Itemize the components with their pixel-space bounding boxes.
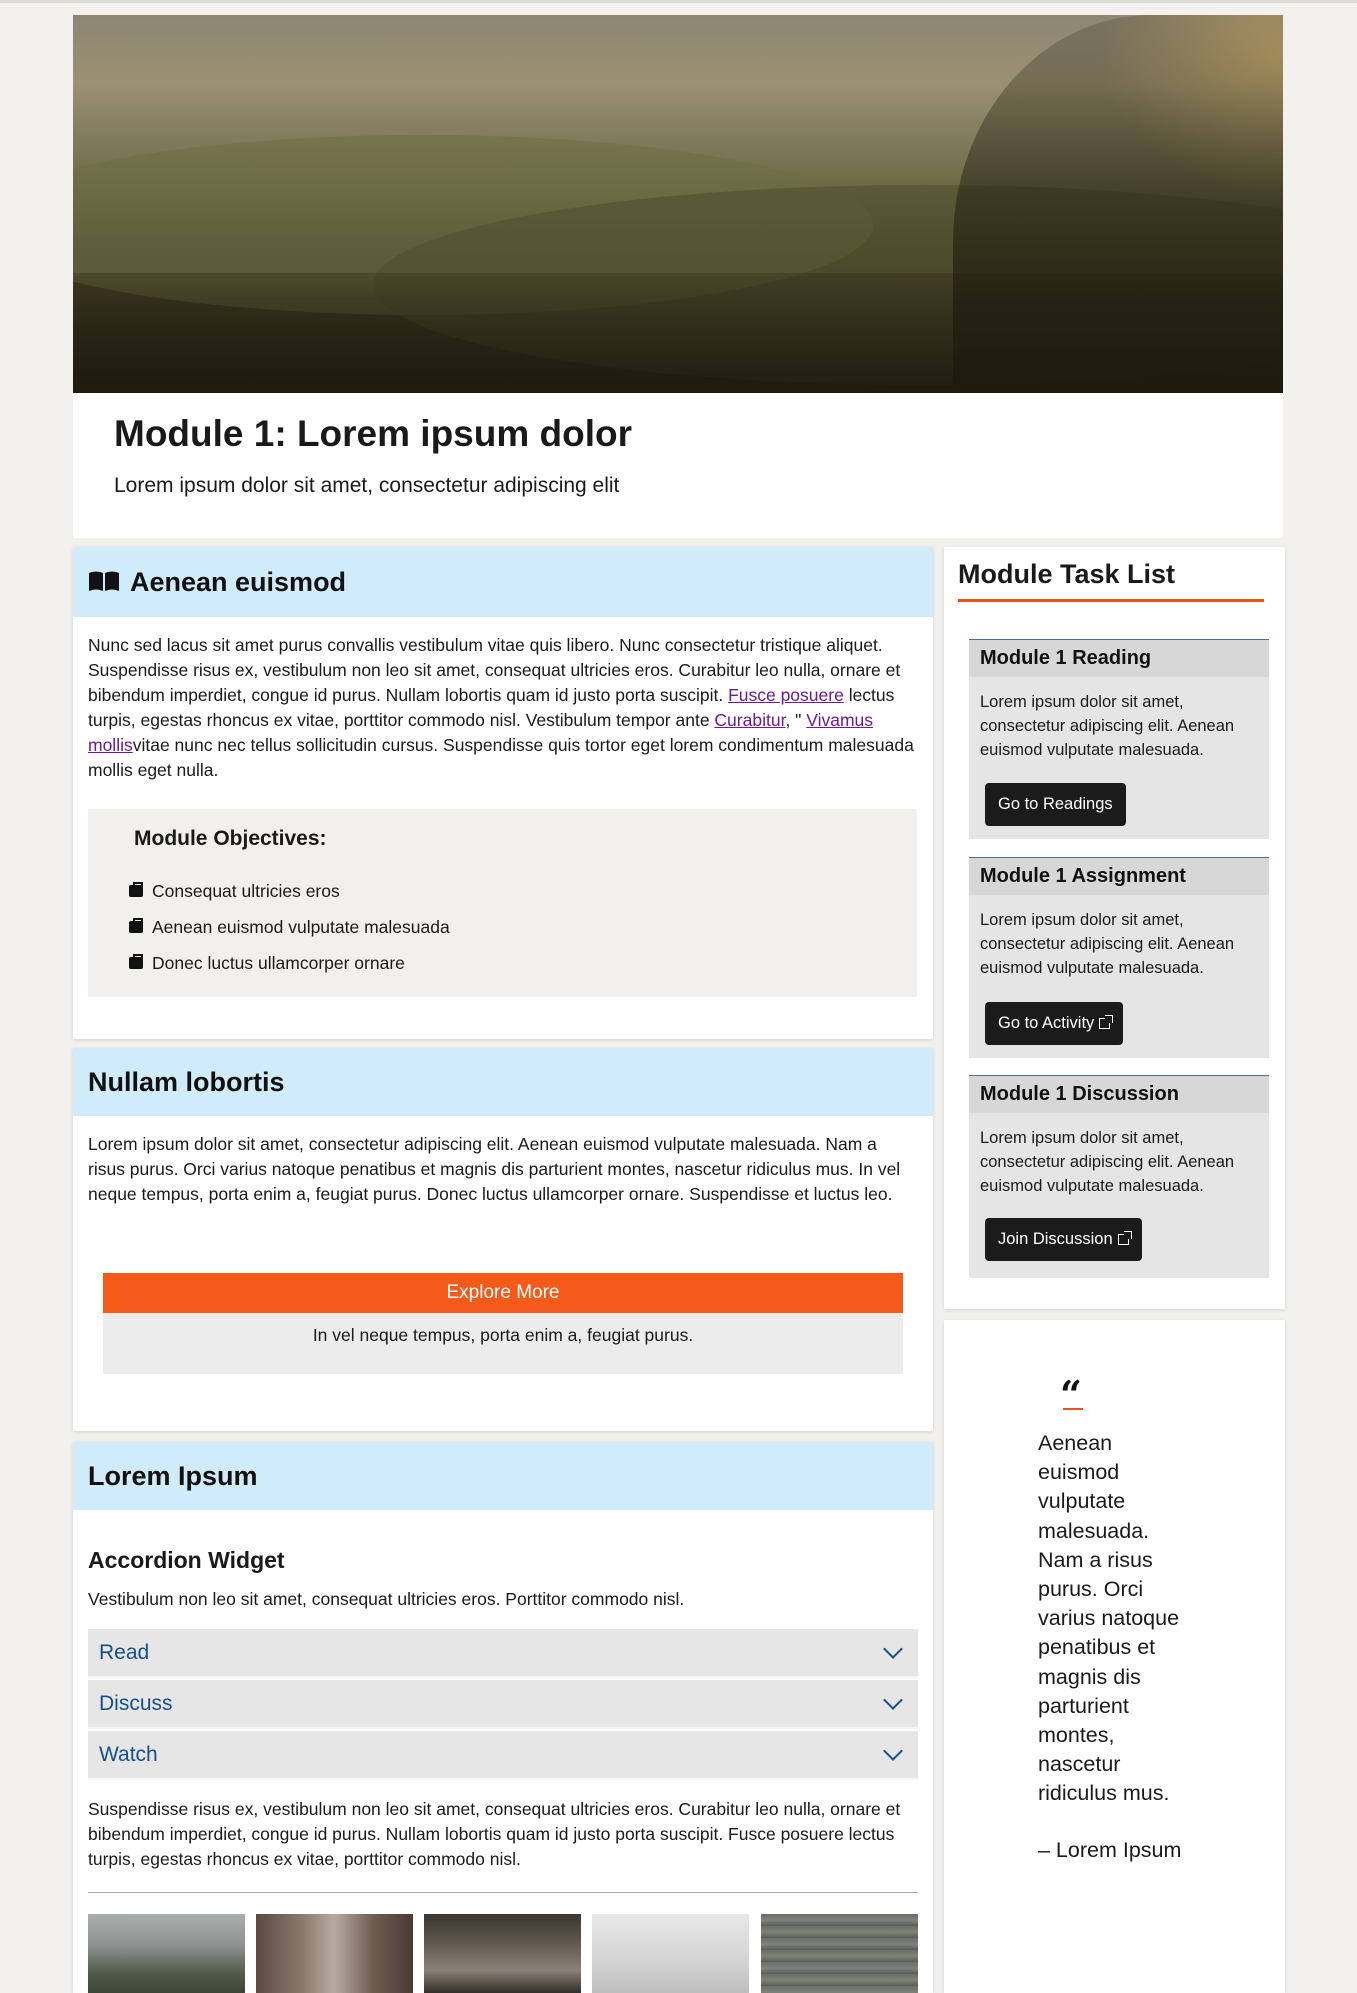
module-task-list: Module Task List Module 1 Reading Lorem … [944, 547, 1285, 1309]
quote-card: “ Aenean euismod vulputate malesuada. Na… [944, 1320, 1285, 1993]
accordion-item-watch[interactable]: Watch [88, 1731, 918, 1780]
section-header: Lorem Ipsum [73, 1442, 933, 1510]
chevron-down-icon [883, 1638, 903, 1659]
task-title: Module 1 Discussion [969, 1076, 1269, 1113]
accordion-description: Vestibulum non leo sit amet, consequat u… [88, 1589, 685, 1609]
task-list-title: Module Task List [958, 559, 1176, 589]
briefcase-icon [129, 954, 143, 969]
section-paragraph: Lorem ipsum dolor sit amet, consectetur … [88, 1134, 901, 1204]
section-lorem-ipsum: Lorem Ipsum Accordion Widget Vestibulum … [73, 1442, 933, 1993]
module-header: Module 1: Lorem ipsum dolor Lorem ipsum … [73, 393, 1283, 538]
title-underline [958, 599, 1264, 602]
section-title: Aenean euismod [130, 566, 347, 597]
quote-icon: “ [1060, 1372, 1082, 1417]
module-objectives: Module Objectives: Consequat ultricies e… [88, 809, 917, 997]
task-discussion: Module 1 Discussion Lorem ipsum dolor si… [969, 1075, 1269, 1278]
gallery-thumbnail[interactable] [88, 1914, 245, 1993]
objectives-list: Consequat ultricies eros Aenean euismod … [129, 873, 450, 981]
gallery-thumbnail[interactable] [761, 1914, 918, 1993]
gallery-thumbnail[interactable] [424, 1914, 581, 1993]
task-description: Lorem ipsum dolor sit amet, consectetur … [980, 911, 1235, 977]
task-title: Module 1 Assignment [969, 858, 1269, 895]
link-curabitur[interactable]: Curabitur [714, 710, 785, 730]
accordion-label: Watch [99, 1742, 158, 1766]
quote-accent-line [1063, 1408, 1083, 1410]
join-discussion-button[interactable]: Join Discussion [985, 1218, 1142, 1261]
briefcase-icon [129, 918, 143, 933]
link-fusce-posuere[interactable]: Fusce posuere [728, 685, 844, 705]
objective-item: Donec luctus ullamcorper ornare [129, 945, 450, 981]
book-open-icon [89, 571, 119, 591]
objectives-title: Module Objectives: [134, 827, 327, 850]
section-header: Aenean euismod [73, 547, 933, 617]
accordion-label: Discuss [99, 1691, 173, 1715]
objective-item: Consequat ultricies eros [129, 873, 450, 909]
go-to-readings-button[interactable]: Go to Readings [985, 783, 1126, 826]
task-title: Module 1 Reading [969, 640, 1269, 677]
external-link-icon [1117, 1231, 1132, 1245]
section-paragraph: Suspendisse risus ex, vestibulum non leo… [88, 1799, 901, 1869]
section-nullam-lobortis: Nullam lobortis Lorem ipsum dolor sit am… [73, 1048, 933, 1431]
explore-more-content: In vel neque tempus, porta enim a, feugi… [103, 1313, 903, 1374]
section-aenean-euismod: Aenean euismod Nunc sed lacus sit amet p… [73, 547, 933, 1039]
quote-text: Aenean euismod vulputate malesuada. Nam … [1038, 1431, 1180, 1806]
chevron-down-icon [883, 1740, 903, 1761]
section-title: Nullam lobortis [88, 1066, 285, 1097]
divider [88, 1892, 918, 1893]
objective-item: Aenean euismod vulputate malesuada [129, 909, 450, 945]
section-header: Nullam lobortis [73, 1048, 933, 1116]
briefcase-icon [129, 882, 143, 897]
chevron-down-icon [883, 1689, 903, 1710]
task-description: Lorem ipsum dolor sit amet, consectetur … [980, 693, 1235, 759]
task-reading: Module 1 Reading Lorem ipsum dolor sit a… [969, 639, 1269, 839]
gallery-thumbnail[interactable] [256, 1914, 413, 1993]
task-assignment: Module 1 Assignment Lorem ipsum dolor si… [969, 857, 1269, 1058]
accordion-widget-title: Accordion Widget [88, 1547, 285, 1573]
explore-more-button[interactable]: Explore More [103, 1273, 903, 1313]
hero-image [73, 15, 1283, 393]
gallery-thumbnail[interactable] [592, 1914, 749, 1993]
external-link-icon [1099, 1015, 1114, 1029]
accordion-label: Read [99, 1640, 150, 1664]
section-paragraph: Nunc sed lacus sit amet purus convallis … [88, 635, 914, 780]
quote-author: – Lorem Ipsum [1038, 1838, 1182, 1862]
task-description: Lorem ipsum dolor sit amet, consectetur … [980, 1129, 1235, 1195]
page-subtitle: Lorem ipsum dolor sit amet, consectetur … [114, 474, 620, 497]
accordion-item-discuss[interactable]: Discuss [88, 1680, 918, 1729]
go-to-activity-button[interactable]: Go to Activity [985, 1002, 1124, 1045]
top-border [0, 0, 1357, 3]
section-title: Lorem Ipsum [88, 1460, 258, 1491]
page-title: Module 1: Lorem ipsum dolor [114, 413, 633, 454]
accordion-item-read[interactable]: Read [88, 1629, 918, 1678]
